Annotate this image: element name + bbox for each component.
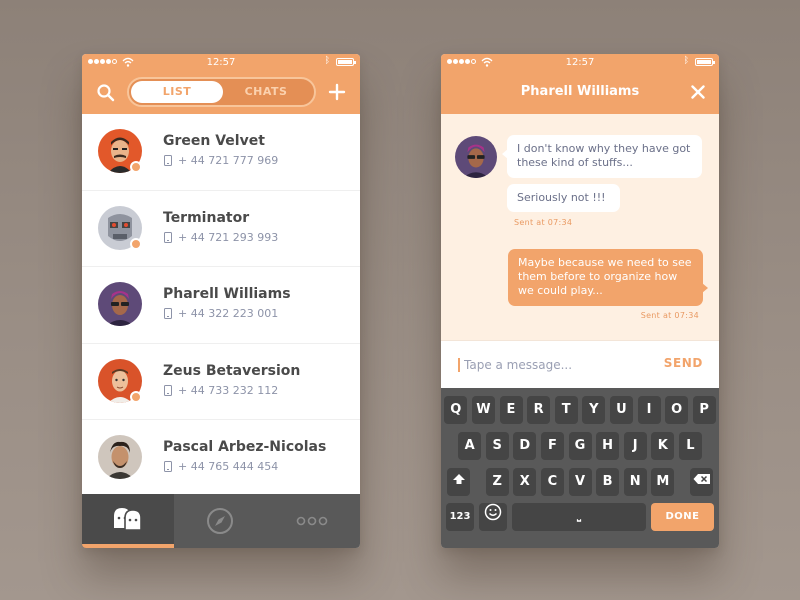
- key-l[interactable]: L: [678, 432, 702, 460]
- battery-icon: [695, 58, 715, 66]
- contacts-icon: [114, 508, 142, 531]
- shift-key[interactable]: [447, 468, 470, 496]
- contact-name: Pharell Williams: [163, 286, 291, 302]
- space-key[interactable]: ⎵: [512, 503, 646, 531]
- contact-row-pascal-arbez-nicolas[interactable]: Pascal Arbez-Nicolas + 44 765 444 454: [82, 420, 360, 497]
- phone-icon: [164, 384, 172, 396]
- key-o[interactable]: O: [665, 396, 689, 424]
- list-header: LIST CHATS: [82, 71, 360, 114]
- text-caret: [458, 358, 460, 372]
- status-time: 12:57: [565, 57, 595, 68]
- send-button[interactable]: SEND: [664, 356, 703, 370]
- phone-icon: [164, 461, 172, 472]
- key-k[interactable]: K: [651, 432, 675, 460]
- phone-icon: [164, 155, 172, 166]
- more-icon: [296, 516, 328, 526]
- avatar: [98, 435, 142, 479]
- status-bar: 12:57 ᛒ: [441, 54, 719, 71]
- key-a[interactable]: A: [458, 432, 482, 460]
- key-h[interactable]: H: [596, 432, 620, 460]
- key-x[interactable]: X: [513, 468, 537, 496]
- contact-row-zeus-betaversion[interactable]: Zeus Betaversion + 44 733 232 112: [82, 343, 360, 420]
- done-button[interactable]: DONE: [651, 503, 714, 531]
- close-icon[interactable]: [691, 85, 705, 99]
- key-u[interactable]: U: [609, 396, 633, 424]
- bluetooth-icon: ᛒ: [324, 56, 330, 66]
- key-p[interactable]: P: [692, 396, 716, 424]
- status-bar: 12:57 ᛒ: [82, 54, 360, 71]
- battery-icon: [336, 58, 356, 66]
- contact-phone: + 44 721 777 969: [178, 154, 279, 167]
- key-f[interactable]: F: [540, 432, 564, 460]
- tab-more[interactable]: [266, 494, 358, 548]
- tab-contacts[interactable]: [82, 494, 174, 548]
- contact-name: Zeus Betaversion: [163, 362, 301, 379]
- avatar: [98, 282, 142, 326]
- phone-icon: [164, 308, 172, 319]
- message-bubble-outgoing: Maybe because we need to see them before…: [508, 249, 708, 306]
- key-v[interactable]: V: [568, 468, 592, 496]
- numbers-key[interactable]: 123: [446, 503, 474, 531]
- chat-screen: 12:57 ᛒ Pharell Williams I don't know wh…: [441, 54, 719, 548]
- contact-row-terminator[interactable]: Terminator + 44 721 293 993: [82, 190, 360, 267]
- key-z[interactable]: Z: [485, 468, 509, 496]
- emoji-key[interactable]: [479, 503, 507, 531]
- avatar: [455, 136, 497, 178]
- online-status-dot: [130, 237, 142, 250]
- key-j[interactable]: J: [623, 432, 647, 460]
- backspace-key[interactable]: [690, 468, 713, 496]
- key-b[interactable]: B: [596, 468, 620, 496]
- key-m[interactable]: M: [651, 468, 675, 496]
- key-c[interactable]: C: [540, 468, 564, 496]
- sent-timestamp: Sent at 07:34: [514, 218, 573, 227]
- online-status-dot: [130, 161, 142, 173]
- search-icon[interactable]: [96, 83, 116, 103]
- chat-title: Pharell Williams: [520, 84, 640, 99]
- contact-phone: + 44 733 232 112: [178, 383, 279, 397]
- message-composer: SEND: [441, 340, 719, 388]
- phone-icon: [164, 231, 172, 243]
- contact-name: Green Velvet: [163, 133, 265, 149]
- contact-name: Pascal Arbez-Nicolas: [163, 439, 327, 455]
- key-g[interactable]: G: [568, 432, 592, 460]
- compass-icon: [207, 508, 233, 534]
- add-contact-icon[interactable]: [328, 83, 346, 101]
- tab-explore[interactable]: [174, 494, 266, 548]
- key-n[interactable]: N: [623, 468, 647, 496]
- message-bubble-incoming: Seriously not !!!: [507, 184, 620, 212]
- key-t[interactable]: T: [554, 396, 578, 424]
- key-e[interactable]: E: [499, 396, 523, 424]
- bluetooth-icon: ᛒ: [683, 56, 689, 66]
- key-i[interactable]: I: [637, 396, 661, 424]
- list-chats-toggle: LIST CHATS: [127, 77, 316, 107]
- contact-row-green-velvet[interactable]: Green Velvet + 44 721 777 969: [82, 114, 360, 191]
- key-y[interactable]: Y: [582, 396, 606, 424]
- keyboard: Q W E R T Y U I O P A S D F G H J K L Z X C V B N M 123 ⎵ DONE: [441, 388, 719, 548]
- contact-list: Green Velvet + 44 721 777 969 Terminator…: [82, 114, 360, 497]
- online-status-dot: [130, 390, 142, 403]
- tab-chats[interactable]: CHATS: [220, 81, 312, 103]
- key-q[interactable]: Q: [444, 396, 468, 424]
- message-bubble-incoming: I don't know why they have got these kin…: [502, 135, 702, 178]
- contact-row-pharell-williams[interactable]: Pharell Williams + 44 322 223 001: [82, 267, 360, 344]
- key-s[interactable]: S: [485, 432, 509, 460]
- status-time: 12:57: [206, 57, 236, 68]
- chat-header: Pharell Williams: [441, 71, 719, 114]
- tab-list[interactable]: LIST: [131, 81, 223, 103]
- contact-name: Terminator: [163, 209, 250, 226]
- message-thread: I don't know why they have got these kin…: [441, 114, 719, 340]
- bottom-tab-bar: [82, 494, 360, 548]
- contact-phone: + 44 322 223 001: [178, 307, 279, 320]
- key-w[interactable]: W: [471, 396, 495, 424]
- contact-phone: + 44 765 444 454: [178, 460, 279, 473]
- contact-phone: + 44 721 293 993: [178, 230, 279, 244]
- contacts-screen: 12:57 ᛒ LIST CHATS Green Velvet + 44 721…: [82, 54, 360, 548]
- message-input[interactable]: [464, 355, 644, 375]
- key-r[interactable]: R: [527, 396, 551, 424]
- key-d[interactable]: D: [513, 432, 537, 460]
- sent-timestamp: Sent at 07:34: [640, 311, 699, 320]
